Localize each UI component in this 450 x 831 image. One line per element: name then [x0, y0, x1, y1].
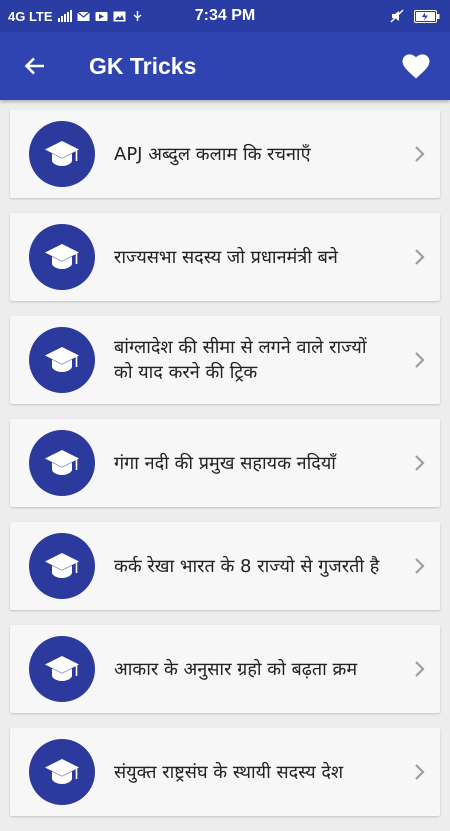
- avatar: [29, 224, 95, 290]
- avatar: [29, 430, 95, 496]
- network-type: 4G LTE: [8, 8, 53, 24]
- graduation-cap-icon: [45, 759, 79, 784]
- list-item[interactable]: राज्यसभा सदस्य जो प्रधानमंत्री बने: [10, 213, 440, 301]
- signal-icon: [57, 10, 72, 22]
- list-item[interactable]: बांग्लादेश की सीमा से लगने वाले राज्यों …: [10, 316, 440, 404]
- chevron-right-icon: [415, 249, 425, 265]
- graduation-cap-icon: [45, 347, 79, 372]
- tricks-list: APJ अब्दुल कलाम कि रचनाएँ राज्यसभा सदस्य…: [10, 110, 440, 831]
- graduation-cap-icon: [45, 141, 79, 166]
- back-button[interactable]: [15, 46, 55, 86]
- avatar: [29, 327, 95, 393]
- graduation-cap-icon: [45, 244, 79, 269]
- list-item-title: APJ अब्दुल कलाम कि रचनाएँ: [114, 143, 311, 165]
- avatar: [29, 636, 95, 702]
- list-item-title: राज्यसभा सदस्य जो प्रधानमंत्री बने: [114, 246, 338, 268]
- avatar: [29, 739, 95, 805]
- graduation-cap-icon: [45, 553, 79, 578]
- mail-icon: [76, 11, 90, 21]
- list-item-title: आकार के अनुसार ग्रहो को बढ़ता क्रम: [114, 658, 358, 680]
- avatar: [29, 121, 95, 187]
- chevron-right-icon: [415, 764, 425, 780]
- app-toolbar: GK Tricks: [0, 32, 450, 100]
- list-item-title: गंगा नदी की प्रमुख सहायक नदियाँ: [114, 452, 336, 474]
- list-item-title: कर्क रेखा भारत के 8 राज्यो से गुजरती है: [114, 555, 380, 577]
- chevron-right-icon: [415, 352, 425, 368]
- graduation-cap-icon: [45, 656, 79, 681]
- list-item[interactable]: संयुक्त राष्ट्रसंघ के स्थायी सदस्य देश: [10, 728, 440, 816]
- arrow-left-icon: [24, 57, 44, 75]
- avatar: [29, 533, 95, 599]
- message-icon: [95, 11, 108, 21]
- chevron-right-icon: [415, 661, 425, 677]
- favorite-button[interactable]: [396, 46, 436, 86]
- graduation-cap-icon: [45, 450, 79, 475]
- chevron-right-icon: [415, 558, 425, 574]
- list-item-title: बांग्लादेश की सीमा से लगने वाले राज्यों …: [114, 337, 367, 383]
- mute-icon: [390, 9, 404, 23]
- page-title: GK Tricks: [89, 52, 197, 79]
- list-item[interactable]: आकार के अनुसार ग्रहो को बढ़ता क्रम: [10, 625, 440, 713]
- list-item-title: संयुक्त राष्ट्रसंघ के स्थायी सदस्य देश: [114, 761, 344, 783]
- heart-icon: [402, 53, 430, 78]
- list-item[interactable]: गंगा नदी की प्रमुख सहायक नदियाँ: [10, 419, 440, 507]
- status-left: 4G LTE: [0, 9, 144, 24]
- usb-icon: [133, 10, 142, 21]
- chevron-right-icon: [415, 146, 425, 162]
- image-icon: [113, 11, 126, 21]
- list-item[interactable]: कर्क रेखा भारत के 8 राज्यो से गुजरती है: [10, 522, 440, 610]
- chevron-right-icon: [415, 455, 425, 471]
- status-right: [390, 0, 440, 32]
- status-bar: 4G LTE 7:34 PM: [0, 0, 450, 32]
- list-item[interactable]: APJ अब्दुल कलाम कि रचनाएँ: [10, 110, 440, 198]
- battery-icon: [414, 9, 440, 23]
